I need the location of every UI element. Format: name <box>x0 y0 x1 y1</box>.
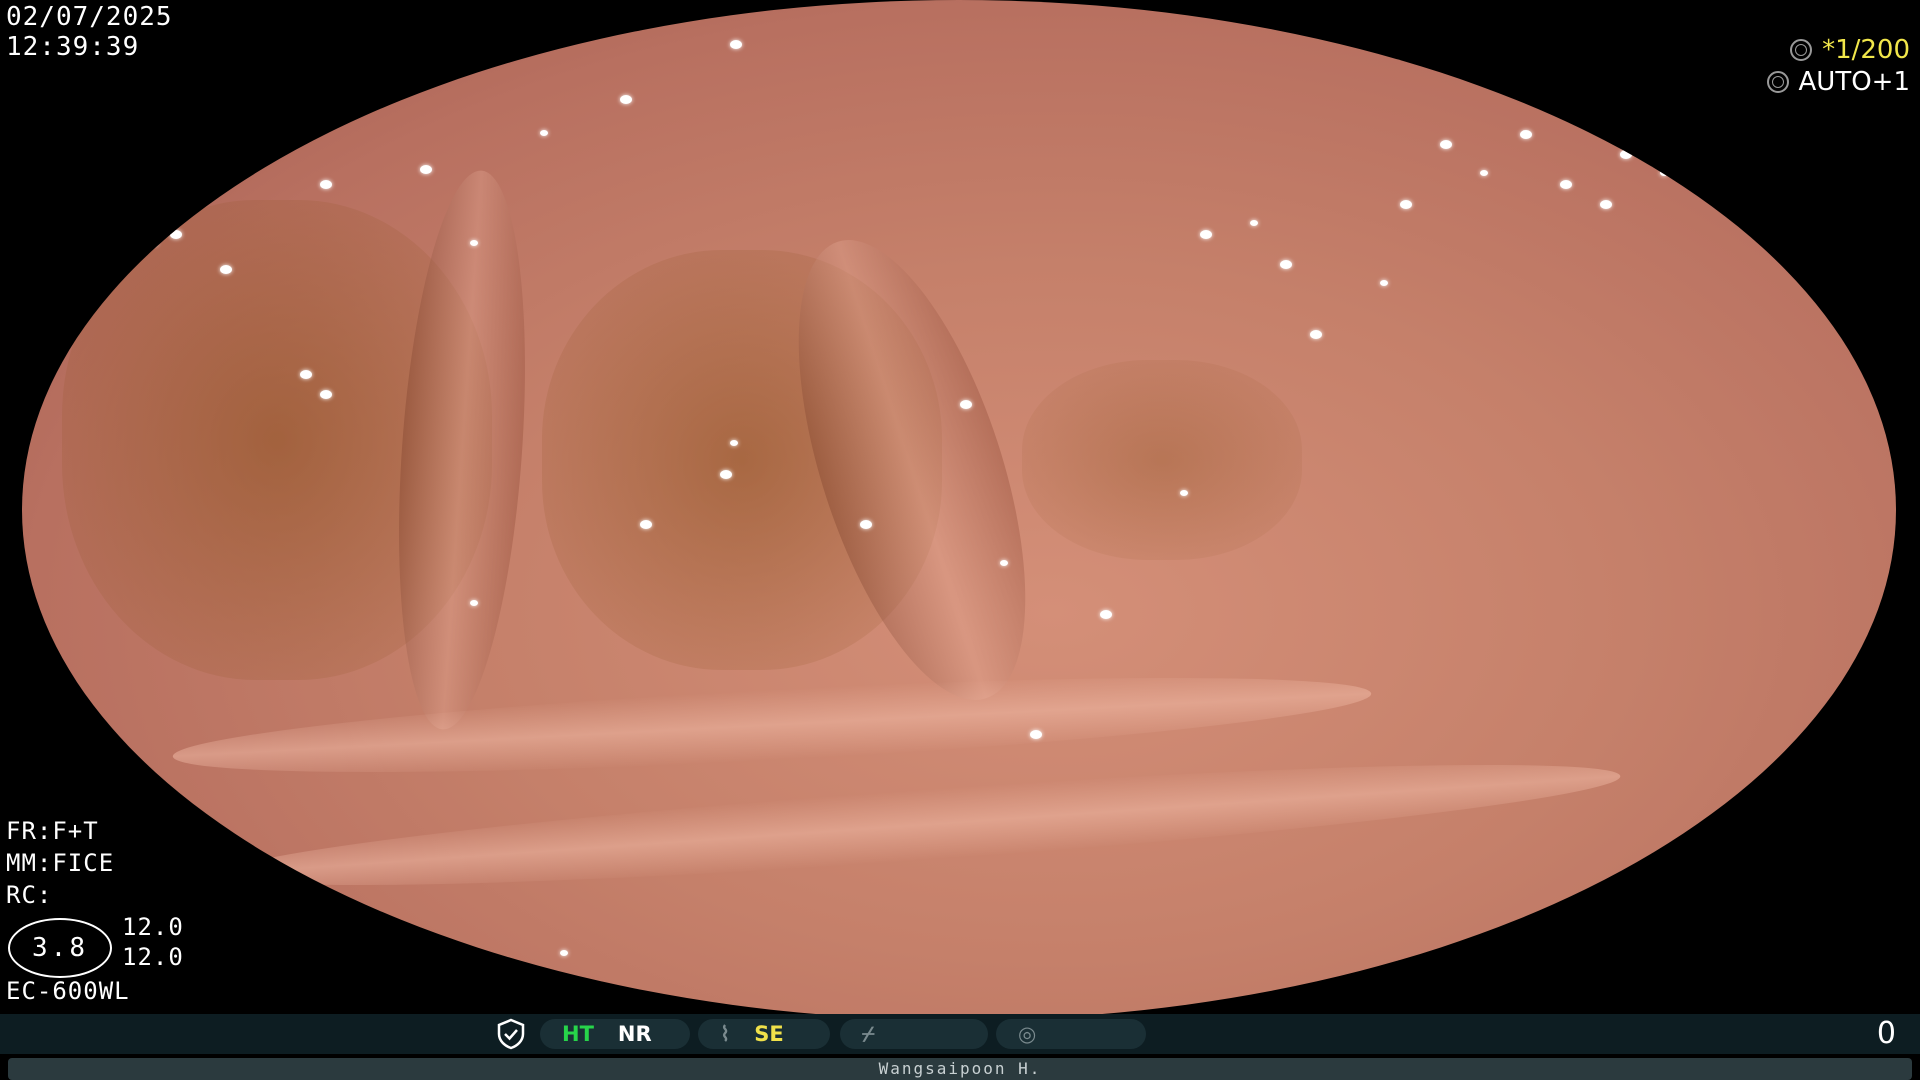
se-panel: ⌇ SE <box>698 1019 830 1049</box>
specular-highlight <box>540 130 548 136</box>
specular-highlight <box>1520 130 1532 139</box>
structure-enhance-icon: ⌇ <box>720 1022 731 1046</box>
specular-highlight <box>170 230 182 239</box>
specular-highlight <box>720 470 732 479</box>
specular-highlight <box>500 960 512 969</box>
specular-highlight <box>1310 330 1322 339</box>
specular-highlight <box>220 265 232 274</box>
specular-highlight <box>470 240 478 246</box>
ratio-indicator: 3.8 <box>8 918 112 978</box>
specular-highlight <box>1180 490 1188 496</box>
specular-highlight <box>300 370 312 379</box>
exposure-mode: AUTO+1 <box>1798 67 1911 97</box>
specular-highlight <box>640 520 652 529</box>
signal-panel: ◎ <box>996 1019 1146 1049</box>
exam-time: 12:39:39 <box>6 32 140 62</box>
specular-highlight <box>1250 220 1258 226</box>
specular-highlight <box>960 400 972 409</box>
specular-highlight <box>1440 140 1452 149</box>
specular-highlight <box>1660 170 1668 176</box>
lightning-icon: ⌿ <box>862 1021 875 1046</box>
specular-highlight <box>1620 150 1632 159</box>
value-2: 12.0 <box>122 943 184 971</box>
specular-highlight <box>470 600 478 606</box>
ratio-value: 3.8 <box>32 933 88 963</box>
image-mode: MM:FICE <box>6 849 115 877</box>
scope-model: EC-600WL <box>6 977 130 1005</box>
exposure-settings: *1/200 AUTO+1 <box>1766 34 1911 98</box>
specular-highlight <box>1590 120 1598 126</box>
shutter-speed: *1/200 <box>1822 35 1910 65</box>
specular-highlight <box>620 95 632 104</box>
rc-label: RC: <box>6 881 53 909</box>
specular-highlight <box>1100 610 1112 619</box>
specular-highlight <box>600 1000 612 1009</box>
lumen-shadow <box>1022 360 1302 560</box>
specular-highlight <box>730 40 742 49</box>
nr-indicator: NR <box>617 1022 652 1046</box>
specular-highlight <box>1280 260 1292 269</box>
ht-nr-panel: HT NR <box>540 1019 690 1049</box>
specular-highlight <box>150 240 158 246</box>
status-bar: HT NR ⌇ SE ⌿ ◎ 0 <box>0 1014 1920 1054</box>
frame-mode: FR:F+T <box>6 817 99 845</box>
specular-highlight <box>1380 280 1388 286</box>
specular-highlight <box>1600 200 1612 209</box>
operator-name: Wangsaipoon H. <box>8 1058 1912 1080</box>
exam-date: 02/07/2025 <box>6 2 173 32</box>
value-1: 12.0 <box>122 913 184 941</box>
mucosal-ridge <box>170 658 1374 792</box>
specular-highlight <box>1650 110 1662 119</box>
specular-highlight <box>1560 180 1572 189</box>
shutter-icon <box>1790 39 1813 61</box>
endoscopy-view <box>22 0 1896 1020</box>
signal-icon: ◎ <box>1018 1022 1037 1046</box>
specular-highlight <box>1400 200 1412 209</box>
specular-highlight <box>420 165 432 174</box>
specular-highlight <box>730 440 738 446</box>
specular-highlight <box>1000 560 1008 566</box>
specular-highlight <box>1480 170 1488 176</box>
exposure-icon <box>1766 71 1789 93</box>
specular-highlight <box>1200 230 1212 239</box>
se-indicator: SE <box>754 1022 784 1046</box>
specular-highlight <box>320 180 332 189</box>
specular-highlight <box>270 150 278 156</box>
image-counter: 0 <box>1876 1016 1896 1051</box>
specular-highlight <box>1030 730 1042 739</box>
lightning-panel: ⌿ <box>840 1019 988 1049</box>
ht-indicator: HT <box>562 1022 594 1046</box>
specular-highlight <box>560 950 568 956</box>
shield-icon <box>497 1018 525 1050</box>
specular-highlight <box>320 390 332 399</box>
specular-highlight <box>860 520 872 529</box>
